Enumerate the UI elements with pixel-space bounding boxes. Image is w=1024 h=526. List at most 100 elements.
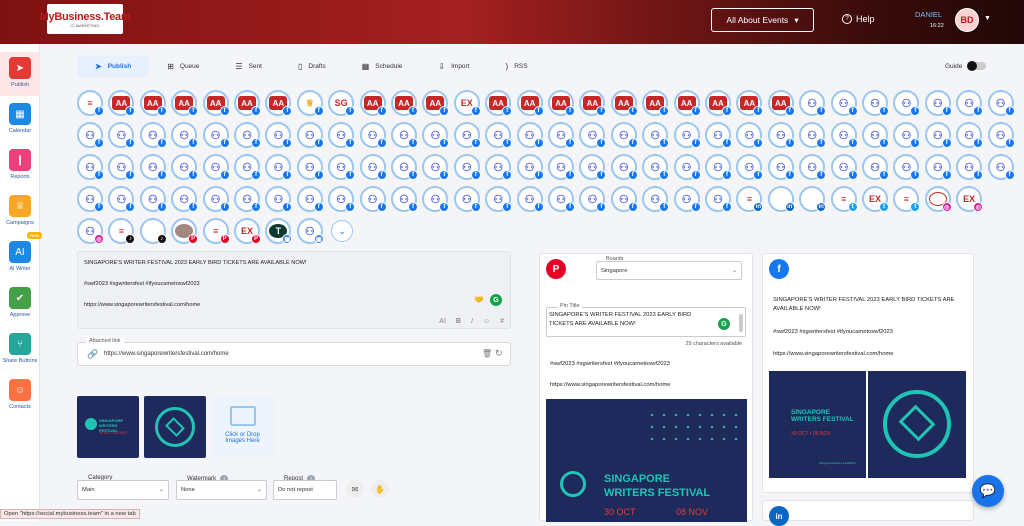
caret-down-icon[interactable]: ▼ [984,15,991,22]
account-avatar[interactable]: P [171,218,197,244]
account-avatar[interactable]: ⚇f [988,154,1014,180]
account-avatar[interactable]: ⚇f [956,122,982,148]
account-avatar[interactable]: ⚇f [862,90,888,116]
watermark-select[interactable]: None⌄ [176,480,267,500]
account-avatar[interactable]: ≡f [77,90,103,116]
account-avatar[interactable]: ⚇f [234,154,260,180]
account-avatar[interactable]: ⚇f [642,186,668,212]
account-avatar[interactable]: ⚇f [171,154,197,180]
tab-drafts[interactable]: ▯Drafts [280,56,344,77]
account-avatar[interactable]: EXt [862,186,888,212]
hashtag-icon[interactable]: # [500,318,504,325]
account-avatar[interactable]: ⚇f [328,122,354,148]
account-avatar[interactable]: SGf [328,90,354,116]
account-avatar[interactable]: AAf [108,90,134,116]
tab-import[interactable]: ⇩Import [420,56,487,77]
account-avatar[interactable]: ⚇f [391,186,417,212]
account-avatar[interactable]: ⚇f [391,154,417,180]
account-avatar[interactable]: ⚇f [108,154,134,180]
emoji-icon[interactable]: ☺ [483,318,490,325]
account-avatar[interactable]: AAf [265,90,291,116]
account-avatar[interactable]: ⚇f [736,122,762,148]
account-avatar[interactable]: ≡♪ [108,218,134,244]
sidebar-item-publish[interactable]: ➤Publish [0,52,40,96]
account-avatar[interactable]: ⚇f [705,122,731,148]
account-avatar[interactable]: ⚇f [799,122,825,148]
show-more-accounts-button[interactable]: ⌄ [331,220,353,242]
account-avatar[interactable]: ⚇f [925,90,951,116]
account-avatar[interactable]: ⚇▣ [297,218,323,244]
account-avatar[interactable]: ⚇f [548,154,574,180]
account-avatar[interactable]: ⚇f [297,122,323,148]
account-avatar[interactable]: ⚇f [642,122,668,148]
account-avatar[interactable]: ⚇f [391,122,417,148]
chat-button[interactable]: 💬 [972,475,1004,507]
account-avatar[interactable]: ⚇f [925,154,951,180]
account-avatar[interactable]: AAf [422,90,448,116]
grammarly-icon[interactable]: G [718,318,730,330]
image-dropzone[interactable]: Click or Drop Images Here [211,396,274,458]
trash-icon[interactable]: 🗑 [482,349,492,358]
pin-title-field[interactable]: SINGAPORE'S WRITER FESTIVAL 2023 EARLY B… [546,307,746,337]
sidebar-item-ai-writer[interactable]: AIAI WriterNew [0,236,40,280]
refresh-icon[interactable]: ↻ [495,348,503,359]
tab-publish[interactable]: ➤Publish [77,56,149,77]
account-avatar[interactable]: ⚇f [611,186,637,212]
account-avatar[interactable]: ⚇f [611,154,637,180]
account-avatar[interactable]: ⚇f [517,186,543,212]
repost-select[interactable]: Do not repost [273,480,337,500]
account-avatar[interactable]: ⚇f [234,122,260,148]
account-avatar[interactable]: ≡in [736,186,762,212]
account-avatar[interactable]: AAf [548,90,574,116]
account-avatar[interactable]: ⚇f [642,154,668,180]
category-select[interactable]: Main⌄ [77,480,169,500]
account-avatar[interactable]: ≡t [893,186,919,212]
account-avatar[interactable]: AAf [391,90,417,116]
account-avatar[interactable]: ⚇f [768,122,794,148]
account-avatar[interactable]: ⚇f [517,122,543,148]
attached-link-field[interactable]: Attached link 🔗 https://www.singaporewri… [77,342,511,366]
account-avatar[interactable]: ⚇f [579,186,605,212]
account-avatar[interactable]: ⚇f [360,122,386,148]
sidebar-item-reports[interactable]: ❙Reports [0,144,40,188]
account-avatar[interactable]: T▣ [265,218,291,244]
sidebar-item-contacts[interactable]: ☺Contacts [0,374,40,418]
account-avatar[interactable]: ⚇f [705,186,731,212]
account-avatar[interactable]: ⚇f [831,90,857,116]
media-thumbnail[interactable] [144,396,206,458]
sidebar-item-approve[interactable]: ✔Approve [0,282,40,326]
sidebar-item-campaigns[interactable]: ♕Campaigns [0,190,40,234]
avatar[interactable]: BD [955,8,979,32]
account-avatar[interactable]: ⚇f [171,186,197,212]
account-avatar[interactable]: ⚇f [422,154,448,180]
account-avatar[interactable]: ⚇f [674,154,700,180]
account-avatar[interactable]: ⚇f [140,186,166,212]
post-composer[interactable]: SINGAPORE'S WRITER FESTIVAL 2023 EARLY B… [77,251,511,329]
account-avatar[interactable]: ⚇f [360,186,386,212]
ai-writer-icon[interactable]: AI [439,318,446,325]
account-avatar[interactable]: in [768,186,794,212]
account-avatar[interactable]: AAf [579,90,605,116]
account-avatar[interactable]: EX◎ [956,186,982,212]
account-avatar[interactable]: ⚇f [265,186,291,212]
account-avatar[interactable]: ⚇f [297,186,323,212]
account-avatar[interactable]: ⚇◎ [77,218,103,244]
account-avatar[interactable]: AAf [234,90,260,116]
account-avatar[interactable]: ⚇f [171,122,197,148]
account-avatar[interactable]: ⚇f [548,122,574,148]
account-avatar[interactable]: ⚇f [265,122,291,148]
account-avatar[interactable]: ⚇f [422,122,448,148]
account-avatar[interactable]: ⚇f [893,90,919,116]
media-thumbnail[interactable]: SINGAPORE WRITERS FESTIVAL 30 OCT • 08 N… [77,396,139,458]
hand-icon[interactable]: ✋ [371,480,389,498]
account-avatar[interactable]: ⚇f [140,154,166,180]
emoji-reaction-icon[interactable]: 🤝 [474,295,484,304]
account-avatar[interactable]: AAf [705,90,731,116]
account-avatar[interactable]: ≡t [831,186,857,212]
tab-rss[interactable]: )RSS [488,56,546,77]
help-button[interactable]: ? Help [842,14,875,24]
account-avatar[interactable]: ⚇f [831,154,857,180]
account-avatar[interactable]: ⚇f [77,154,103,180]
account-avatar[interactable]: ⚇f [140,122,166,148]
account-avatar[interactable]: EXf [454,90,480,116]
